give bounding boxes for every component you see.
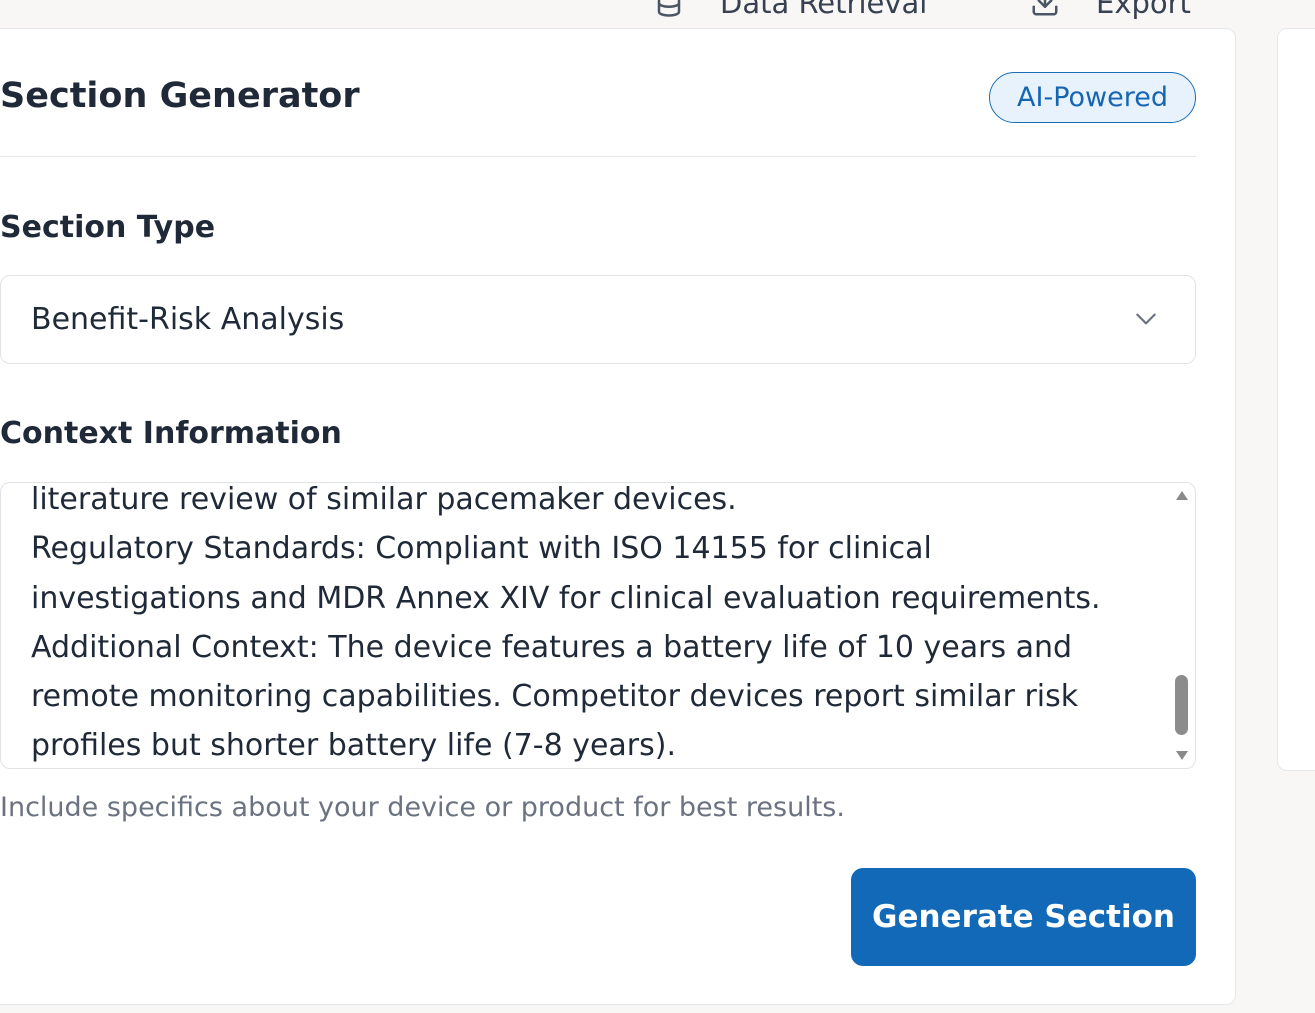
- top-toolbar: Data Retrieval Export: [0, 0, 1315, 28]
- scroll-down-arrow-icon[interactable]: [1176, 751, 1188, 760]
- context-line: Regulatory Standards: Compliant with ISO…: [31, 531, 932, 567]
- data-retrieval-tab[interactable]: Data Retrieval: [654, 0, 927, 20]
- context-line: investigations and MDR Annex XIV for cli…: [31, 580, 1101, 616]
- context-text: literature review of similar pacemaker d…: [31, 482, 1161, 768]
- context-information-label: Context Information: [0, 416, 342, 451]
- context-helper-text: Include specifics about your device or p…: [0, 792, 845, 823]
- section-type-select[interactable]: Benefit-Risk Analysis: [0, 275, 1196, 364]
- generate-section-button[interactable]: Generate Section: [851, 868, 1196, 966]
- export-tab[interactable]: Export: [1030, 0, 1191, 20]
- scrollbar-thumb[interactable]: [1175, 675, 1188, 735]
- chevron-down-icon: [1136, 313, 1156, 325]
- data-retrieval-label: Data Retrieval: [720, 0, 928, 20]
- textarea-scrollbar[interactable]: [1169, 483, 1195, 768]
- export-label: Export: [1096, 0, 1191, 20]
- header-divider: [0, 156, 1196, 157]
- side-panel-card: [1277, 28, 1315, 771]
- section-type-label: Section Type: [0, 210, 216, 245]
- scroll-up-arrow-icon[interactable]: [1176, 491, 1188, 500]
- context-line: remote monitoring capabilities. Competit…: [31, 679, 1079, 715]
- context-line: Additional Context: The device features …: [31, 629, 1073, 665]
- context-line: literature review of similar pacemaker d…: [31, 482, 737, 517]
- ai-powered-badge: AI-Powered: [989, 72, 1196, 123]
- section-type-value: Benefit-Risk Analysis: [31, 302, 345, 337]
- context-line: profiles but shorter battery life (7-8 y…: [31, 728, 676, 764]
- page-title: Section Generator: [0, 76, 360, 116]
- download-icon: [1032, 0, 1058, 16]
- database-icon: [657, 0, 681, 17]
- context-information-textarea[interactable]: literature review of similar pacemaker d…: [0, 482, 1196, 769]
